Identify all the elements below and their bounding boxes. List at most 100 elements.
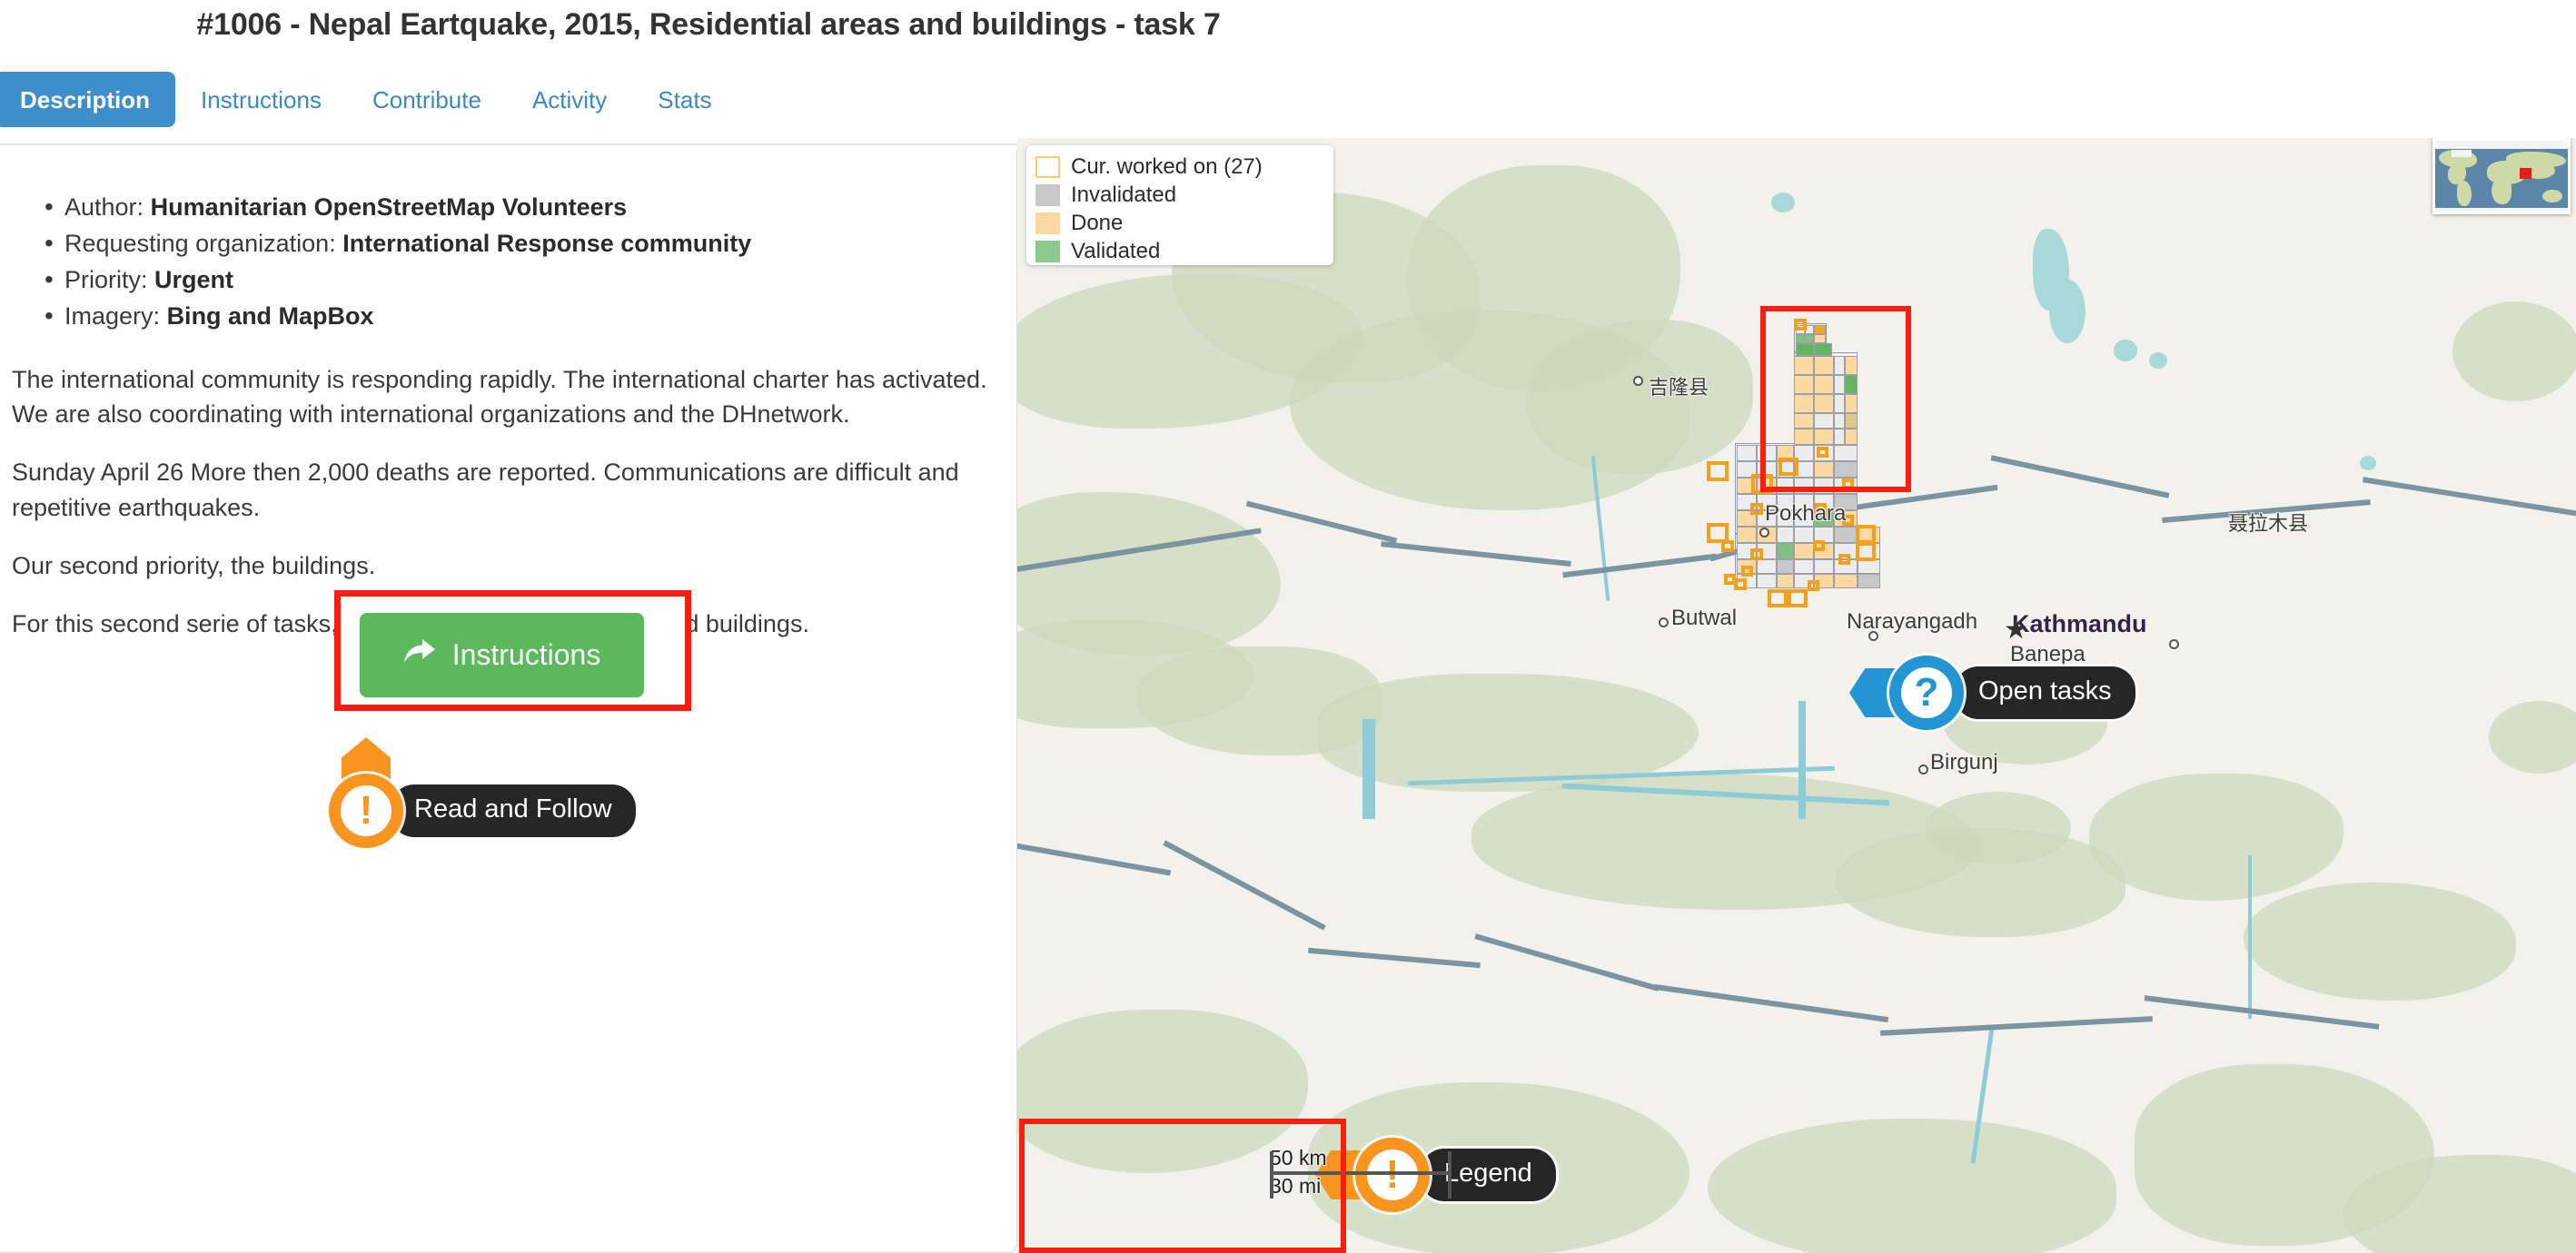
task-cell[interactable] xyxy=(1834,461,1858,478)
legend-marker-icon: ! xyxy=(1315,1138,1430,1212)
task-cell-in-progress[interactable] xyxy=(1778,458,1798,476)
task-cell-in-progress[interactable] xyxy=(1741,566,1753,577)
task-cell[interactable] xyxy=(1858,559,1880,574)
task-cell-in-progress[interactable] xyxy=(1794,319,1807,331)
task-cell[interactable] xyxy=(1805,334,1814,343)
task-cell-in-progress[interactable] xyxy=(1751,474,1773,494)
task-cell[interactable] xyxy=(1845,356,1858,375)
task-cell-in-progress[interactable] xyxy=(1808,580,1819,591)
lake xyxy=(2049,280,2086,343)
task-cell[interactable] xyxy=(1737,445,1757,461)
task-cell-in-progress[interactable] xyxy=(1838,554,1850,565)
lake xyxy=(2114,340,2137,361)
task-cell-in-progress[interactable] xyxy=(1788,589,1808,607)
task-cell[interactable] xyxy=(1777,527,1794,543)
task-cell[interactable] xyxy=(1794,375,1814,394)
legend-label-invalidated: Invalidated xyxy=(1071,182,1177,207)
help-marker-icon: ? xyxy=(1849,656,1964,730)
task-cell[interactable] xyxy=(1814,343,1832,356)
task-cell[interactable] xyxy=(1794,356,1814,375)
task-cell[interactable] xyxy=(1794,527,1814,543)
task-cell[interactable] xyxy=(1845,375,1858,394)
task-cell[interactable] xyxy=(1834,429,1845,445)
legend-swatch-validated xyxy=(1035,240,1060,262)
task-cell[interactable] xyxy=(1794,543,1814,559)
meta-item-imagery: Imagery: Bing and MapBox xyxy=(12,297,995,335)
tab-contribute[interactable]: Contribute xyxy=(347,72,507,127)
callout-open-tasks: ? Open tasks xyxy=(1849,656,2135,730)
task-cell[interactable] xyxy=(1796,334,1805,343)
task-cell[interactable] xyxy=(1814,461,1834,478)
warning-marker-icon: ! xyxy=(329,737,403,848)
city-dot xyxy=(1633,376,1643,386)
task-cell[interactable] xyxy=(1834,356,1845,375)
task-cell[interactable] xyxy=(1814,559,1834,574)
task-cell[interactable] xyxy=(1834,413,1845,429)
map-viewport[interactable]: 吉隆县 聂拉木县 Pokhara Butwal Narayangadh Kath… xyxy=(1017,138,2576,1253)
task-cell[interactable] xyxy=(1845,429,1858,445)
task-cell-in-progress[interactable] xyxy=(1707,461,1729,481)
task-cell[interactable] xyxy=(1794,478,1814,494)
task-cell[interactable] xyxy=(1814,394,1834,413)
task-cell[interactable] xyxy=(1845,394,1858,413)
task-cell-in-progress[interactable] xyxy=(1721,540,1734,552)
task-cell[interactable] xyxy=(1814,325,1826,334)
task-cell[interactable] xyxy=(1814,429,1834,445)
tab-instructions[interactable]: Instructions xyxy=(175,72,347,127)
task-cell-in-progress[interactable] xyxy=(1768,589,1788,607)
task-cell-in-progress[interactable] xyxy=(1750,503,1763,515)
task-cell[interactable] xyxy=(1737,527,1757,543)
task-cell[interactable] xyxy=(1794,394,1814,413)
task-cell[interactable] xyxy=(1757,445,1777,461)
task-cell[interactable] xyxy=(1757,574,1777,588)
task-cell[interactable] xyxy=(1814,375,1834,394)
task-cell[interactable] xyxy=(1794,413,1814,429)
task-cell-in-progress[interactable] xyxy=(1734,578,1747,590)
legend-label-validated: Validated xyxy=(1071,238,1161,263)
task-cell-in-progress[interactable] xyxy=(1813,540,1825,551)
task-cell-in-progress[interactable] xyxy=(1856,525,1876,544)
tab-stats[interactable]: Stats xyxy=(632,72,737,127)
world-minimap[interactable] xyxy=(2432,138,2571,214)
tab-description[interactable]: Description xyxy=(0,72,176,127)
task-cell[interactable] xyxy=(1858,574,1880,588)
task-cell-in-progress[interactable] xyxy=(1842,479,1854,489)
task-cell[interactable] xyxy=(1834,527,1858,543)
task-cell[interactable] xyxy=(1777,543,1794,559)
task-cell[interactable] xyxy=(1794,429,1814,445)
task-cell[interactable] xyxy=(1794,559,1814,574)
meta-value-imagery: Bing and MapBox xyxy=(166,301,374,330)
task-cell[interactable] xyxy=(1814,334,1826,343)
instructions-button-highlight: Instructions xyxy=(334,590,691,711)
task-cell[interactable] xyxy=(1796,343,1814,356)
exclamation-icon: ! xyxy=(359,788,373,833)
task-cell[interactable] xyxy=(1777,559,1794,574)
task-cell-in-progress[interactable] xyxy=(1750,548,1763,560)
city-dot xyxy=(1759,528,1769,538)
task-cell[interactable] xyxy=(1834,375,1845,394)
city-dot xyxy=(1918,765,1928,774)
task-cell[interactable] xyxy=(1834,394,1845,413)
task-cell[interactable] xyxy=(1777,574,1794,588)
task-cell[interactable] xyxy=(1814,356,1834,375)
task-cell[interactable] xyxy=(1834,574,1858,588)
task-cell[interactable] xyxy=(1834,445,1858,461)
callout-read-and-follow: ! Read and Follow xyxy=(329,737,636,848)
task-cell-in-progress[interactable] xyxy=(1856,542,1876,561)
country-border xyxy=(1381,541,1571,567)
task-cell[interactable] xyxy=(1777,478,1794,494)
task-cell[interactable] xyxy=(1814,478,1834,494)
project-meta-list: Author: Humanitarian OpenStreetMap Volun… xyxy=(12,188,995,335)
task-cell[interactable] xyxy=(1845,413,1858,429)
task-cell[interactable] xyxy=(1757,559,1777,574)
map-legend: Cur. worked on (27) Invalidated Done Val… xyxy=(1026,145,1333,265)
map-label-butwal: Butwal xyxy=(1671,606,1738,630)
meta-item-organization: Requesting organization: International R… xyxy=(12,224,995,262)
task-cell-in-progress[interactable] xyxy=(1724,574,1736,585)
tab-activity[interactable]: Activity xyxy=(507,72,632,127)
river xyxy=(1798,701,1806,819)
task-cell[interactable] xyxy=(1814,413,1834,429)
instructions-button[interactable]: Instructions xyxy=(360,613,644,697)
task-cell-in-progress[interactable] xyxy=(1817,447,1828,458)
vegetation-area xyxy=(2489,701,2576,774)
